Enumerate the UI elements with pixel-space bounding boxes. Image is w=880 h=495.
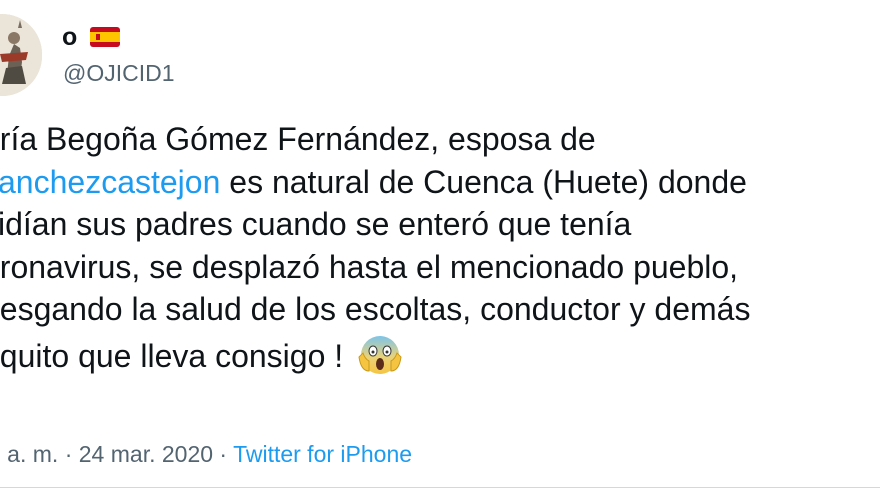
tweet-line-2-text: es natural de Cuenca (Huete) donde [220,163,747,200]
tweet-line-6-text: equito que lleva consigo ! [0,337,344,374]
mention-link[interactable]: sanchezcastejon [0,164,220,200]
tweet-source-link[interactable]: Twitter for iPhone [233,441,412,467]
tweet-line-1: aría Begoña Gómez Fernández, esposa de [0,121,596,157]
tweet-line-5: riesgando la salud de los escoltas, cond… [0,291,751,327]
tweet-line-2: sanchezcastejon es natural de Cuenca (Hu… [0,161,880,204]
avatar[interactable] [0,14,42,96]
spain-flag-icon [90,27,120,47]
tweet-metadata: 2 a. m. · 24 mar. 2020 · Twitter for iPh… [0,439,412,469]
meta-separator: · [213,441,234,467]
display-name[interactable]: o [62,22,77,52]
tweet-line-6: equito que lleva consigo ! [0,331,880,374]
tweet-time[interactable]: 2 a. m. [0,441,58,467]
tweet-line-4: oronavirus, se desplazó hasta el mencion… [0,248,739,285]
face-screaming-in-fear-icon [357,331,403,388]
meta-separator: · [58,441,79,467]
divider [0,487,880,488]
user-handle[interactable]: @OJICID1 [63,59,175,87]
tweet-date[interactable]: 24 mar. 2020 [79,441,213,467]
tweet-line-3: sidían sus padres cuando se enteró que t… [0,206,632,242]
tweet-text: aría Begoña Gómez Fernández, esposa de s… [0,118,880,374]
